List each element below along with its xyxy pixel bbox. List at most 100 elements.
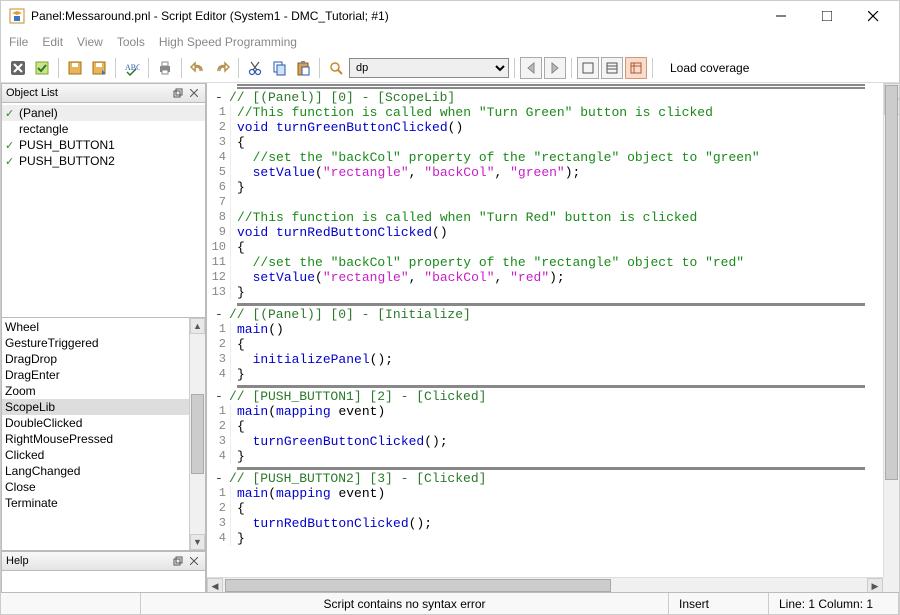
menu-file[interactable]: File: [9, 35, 28, 49]
object-item[interactable]: ✓PUSH_BUTTON2: [2, 153, 205, 169]
copy-button[interactable]: [268, 57, 290, 79]
section-divider: [237, 467, 865, 470]
code-line[interactable]: 4}: [207, 531, 883, 546]
event-item[interactable]: LangChanged: [2, 463, 189, 479]
section-header[interactable]: -// [(Panel)] [0] - [ScopeLib]: [207, 90, 883, 105]
event-item[interactable]: Close: [2, 479, 189, 495]
close-script-button[interactable]: [7, 57, 29, 79]
code-line[interactable]: 13}: [207, 285, 883, 300]
menu-hsp[interactable]: High Speed Programming: [159, 35, 297, 49]
object-item[interactable]: ✓(Panel): [2, 105, 205, 121]
print-button[interactable]: [154, 57, 176, 79]
code-line[interactable]: 1main(mapping event): [207, 404, 883, 419]
line-number: 12: [207, 270, 231, 285]
search-combo[interactable]: dp: [349, 58, 509, 78]
find-button[interactable]: [325, 57, 347, 79]
code-line[interactable]: 3 initializePanel();: [207, 352, 883, 367]
undo-button[interactable]: [187, 57, 209, 79]
code-area[interactable]: -// [(Panel)] [0] - [ScopeLib]1//This fu…: [207, 83, 883, 577]
code-line[interactable]: 8//This function is called when "Turn Re…: [207, 210, 883, 225]
code-text: setValue("rectangle", "backCol", "green"…: [231, 165, 580, 180]
help-close-icon[interactable]: [187, 554, 201, 568]
object-item[interactable]: rectangle: [2, 121, 205, 137]
nav-forward-button[interactable]: [544, 57, 566, 79]
collapse-icon[interactable]: -: [215, 471, 229, 486]
nav-back-button[interactable]: [520, 57, 542, 79]
code-line[interactable]: 4}: [207, 449, 883, 464]
help-undock-icon[interactable]: [171, 554, 185, 568]
close-panel-icon[interactable]: [187, 86, 201, 100]
code-line[interactable]: 9void turnRedButtonClicked(): [207, 225, 883, 240]
left-column: Object List ✓(Panel)rectangle✓PUSH_BUTTO…: [1, 83, 207, 593]
spellcheck-button[interactable]: ABC: [121, 57, 143, 79]
code-line[interactable]: 3 turnGreenButtonClicked();: [207, 434, 883, 449]
maximize-button[interactable]: [813, 6, 841, 26]
help-panel: Help: [1, 551, 206, 593]
section-header[interactable]: -// [PUSH_BUTTON1] [2] - [Clicked]: [207, 389, 883, 404]
editor-horizontal-scrollbar[interactable]: ◀ ▶: [207, 577, 883, 593]
event-item[interactable]: Terminate: [2, 495, 189, 511]
scroll-up-icon[interactable]: ▲: [190, 318, 205, 334]
event-item[interactable]: DragEnter: [2, 367, 189, 383]
undock-icon[interactable]: [171, 86, 185, 100]
check-icon: ✓: [5, 155, 17, 168]
save-check-button[interactable]: [31, 57, 53, 79]
menu-tools[interactable]: Tools: [117, 35, 145, 49]
code-text: turnRedButtonClicked();: [231, 516, 432, 531]
scroll-left-icon[interactable]: ◀: [207, 578, 223, 593]
collapse-icon[interactable]: -: [215, 389, 229, 404]
line-number: 7: [207, 195, 231, 210]
code-text: }: [231, 449, 245, 464]
event-item[interactable]: ScopeLib: [2, 399, 189, 415]
save-button[interactable]: [64, 57, 86, 79]
status-insert-mode: Insert: [669, 593, 769, 614]
close-button[interactable]: [859, 6, 887, 26]
code-line[interactable]: 5 setValue("rectangle", "backCol", "gree…: [207, 165, 883, 180]
event-item[interactable]: DragDrop: [2, 351, 189, 367]
menu-view[interactable]: View: [77, 35, 103, 49]
code-line[interactable]: 3 turnRedButtonClicked();: [207, 516, 883, 531]
code-line[interactable]: 2{: [207, 337, 883, 352]
code-line[interactable]: 12 setValue("rectangle", "backCol", "red…: [207, 270, 883, 285]
code-line[interactable]: 2void turnGreenButtonClicked(): [207, 120, 883, 135]
code-line[interactable]: 7: [207, 195, 883, 210]
view-mode2-button[interactable]: [601, 57, 623, 79]
code-line[interactable]: 4}: [207, 367, 883, 382]
view-mode1-button[interactable]: [577, 57, 599, 79]
event-item[interactable]: Wheel: [2, 319, 189, 335]
collapse-icon[interactable]: -: [215, 90, 229, 105]
event-item[interactable]: Zoom: [2, 383, 189, 399]
editor-vertical-scrollbar[interactable]: ▲ ▼: [883, 83, 899, 577]
event-scrollbar[interactable]: ▲ ▼: [189, 318, 205, 550]
code-line[interactable]: 1//This function is called when "Turn Gr…: [207, 105, 883, 120]
code-line[interactable]: 10{: [207, 240, 883, 255]
collapse-icon[interactable]: -: [215, 307, 229, 322]
code-line[interactable]: 6}: [207, 180, 883, 195]
event-item[interactable]: RightMousePressed: [2, 431, 189, 447]
section-header[interactable]: -// [(Panel)] [0] - [Initialize]: [207, 307, 883, 322]
scroll-down-icon[interactable]: ▼: [190, 534, 205, 550]
code-line[interactable]: 2{: [207, 501, 883, 516]
code-line[interactable]: 4 //set the "backCol" property of the "r…: [207, 150, 883, 165]
code-line[interactable]: 11 //set the "backCol" property of the "…: [207, 255, 883, 270]
code-line[interactable]: 1main(mapping event): [207, 486, 883, 501]
minimize-button[interactable]: [767, 6, 795, 26]
menu-edit[interactable]: Edit: [42, 35, 63, 49]
section-header[interactable]: -// [PUSH_BUTTON2] [3] - [Clicked]: [207, 471, 883, 486]
code-line[interactable]: 2{: [207, 419, 883, 434]
load-coverage-button[interactable]: Load coverage: [670, 61, 749, 75]
paste-button[interactable]: [292, 57, 314, 79]
event-list[interactable]: WheelGestureTriggeredDragDropDragEnterZo…: [1, 318, 206, 551]
scroll-right-icon[interactable]: ▶: [867, 578, 883, 593]
save-as-button[interactable]: [88, 57, 110, 79]
object-item[interactable]: ✓PUSH_BUTTON1: [2, 137, 205, 153]
code-line[interactable]: 3{: [207, 135, 883, 150]
cut-button[interactable]: [244, 57, 266, 79]
redo-button[interactable]: [211, 57, 233, 79]
event-item[interactable]: DoubleClicked: [2, 415, 189, 431]
code-line[interactable]: 1main(): [207, 322, 883, 337]
object-list[interactable]: ✓(Panel)rectangle✓PUSH_BUTTON1✓PUSH_BUTT…: [1, 103, 206, 318]
view-mode3-button[interactable]: [625, 57, 647, 79]
event-item[interactable]: GestureTriggered: [2, 335, 189, 351]
event-item[interactable]: Clicked: [2, 447, 189, 463]
